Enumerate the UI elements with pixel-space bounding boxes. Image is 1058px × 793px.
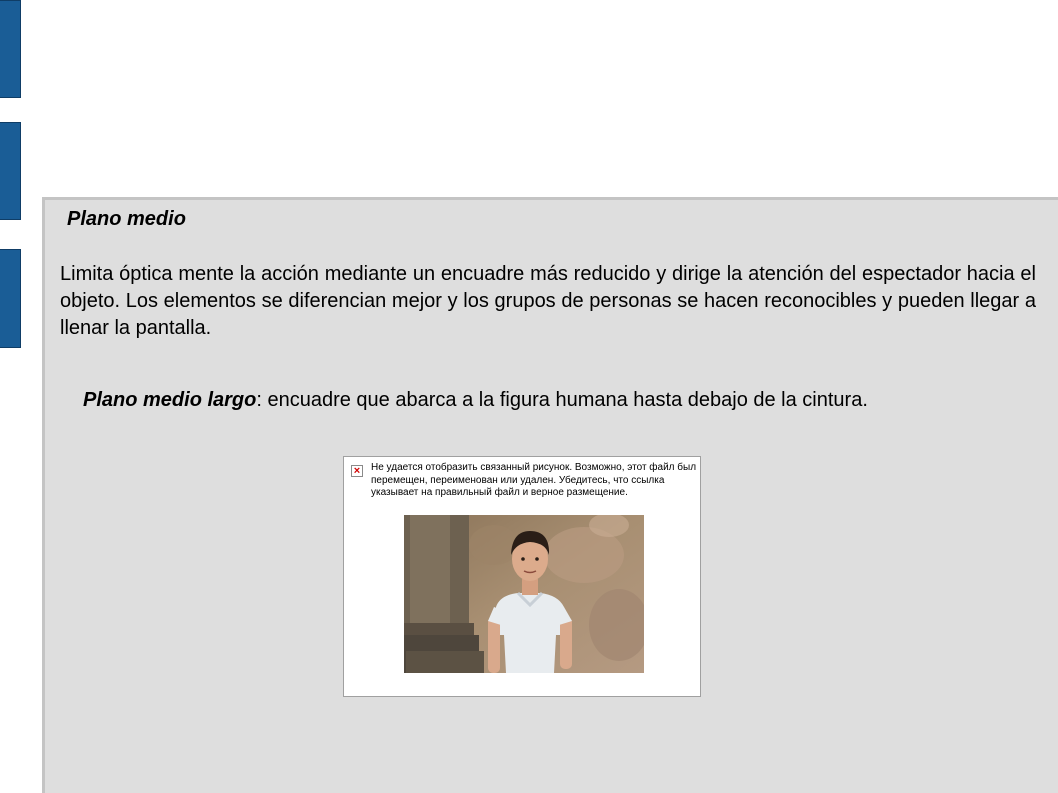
definition-text: : encuadre que abarca a la figura humana… — [256, 389, 868, 411]
photo-boy-icon — [404, 515, 644, 673]
slide-heading: Plano medio — [67, 208, 186, 230]
broken-image-message: Не удается отобразить связанный рисунок.… — [371, 462, 697, 498]
side-tab — [0, 122, 21, 220]
definition-line: Plano medio largo: encuadre que abarca a… — [83, 389, 1043, 412]
side-tab — [0, 249, 21, 348]
side-tab — [0, 0, 21, 98]
definition-term: Plano medio largo — [83, 389, 257, 411]
photo — [400, 511, 648, 677]
content-box: Plano medio Limita óptica mente la acció… — [42, 197, 1058, 793]
image-placeholder: × Не удается отобразить связанный рисуно… — [343, 456, 701, 697]
broken-image-icon: × — [351, 465, 363, 477]
slide-paragraph: Limita óptica mente la acción mediante u… — [60, 263, 1036, 339]
